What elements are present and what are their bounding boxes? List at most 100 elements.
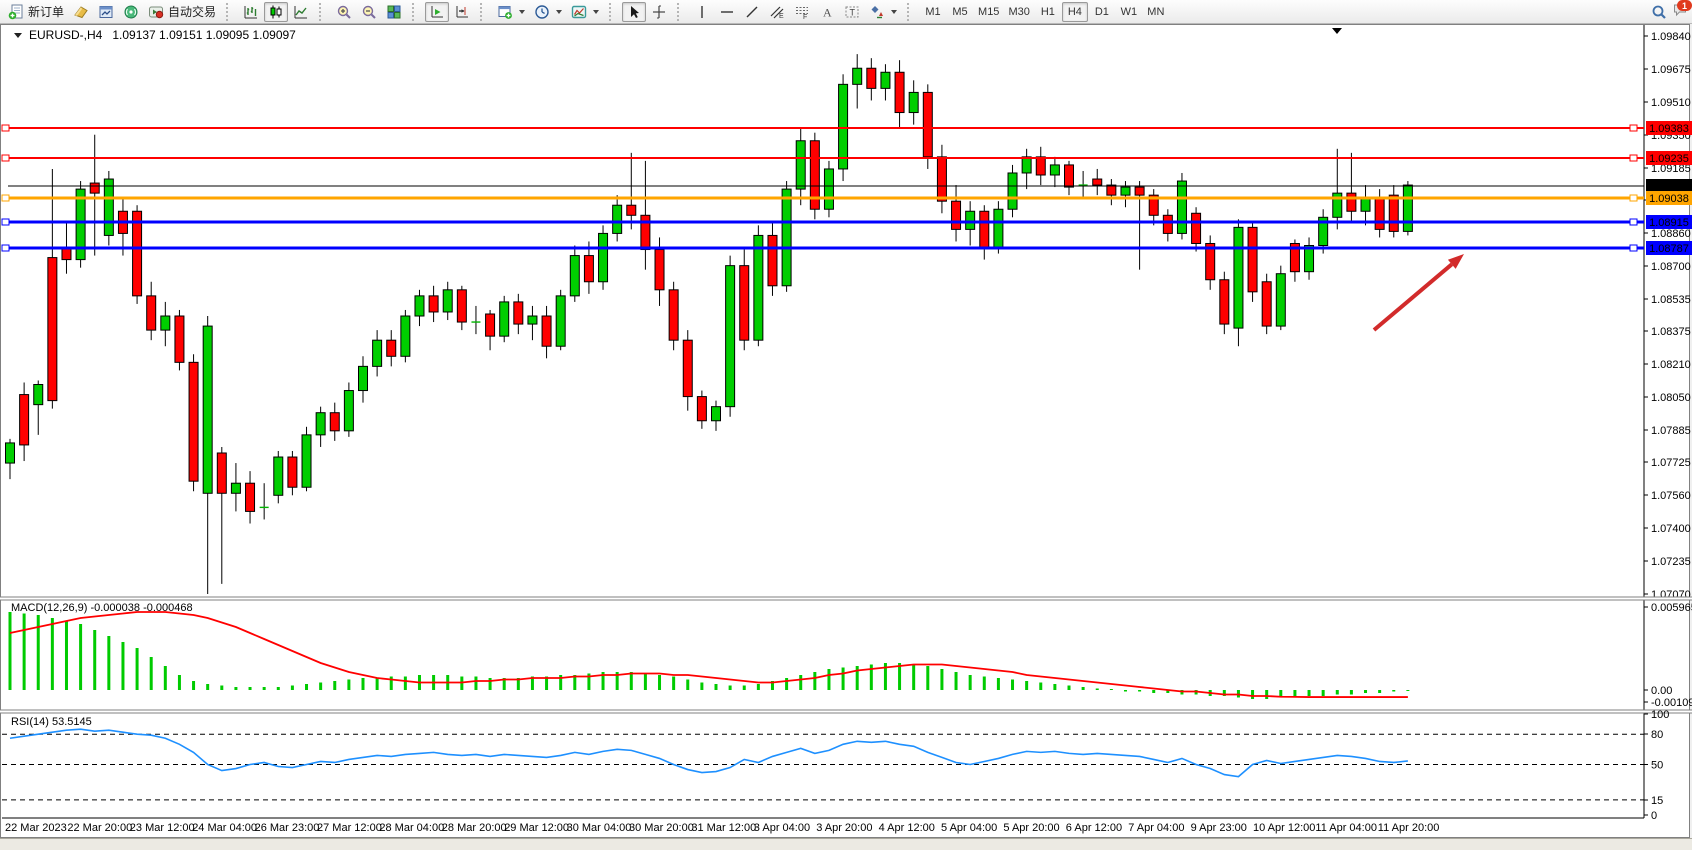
candle: [359, 366, 368, 390]
timeframe-m5-button[interactable]: M5: [947, 2, 973, 22]
clock-icon: [534, 4, 550, 20]
y-tick-label: 1.07725: [1651, 457, 1691, 469]
indicators-dropdown[interactable]: [567, 2, 603, 22]
y-tick-label: 1.07400: [1651, 523, 1691, 535]
candle: [203, 326, 212, 493]
candle: [952, 201, 961, 229]
timeframe-h1-button[interactable]: H1: [1035, 2, 1061, 22]
candle: [980, 211, 989, 247]
trendline-icon: [744, 4, 760, 20]
macd-bar: [1025, 681, 1028, 690]
signals-button[interactable]: [119, 2, 143, 22]
tile-windows-icon: [386, 4, 402, 20]
text-button[interactable]: A: [815, 2, 839, 22]
candle: [104, 179, 113, 235]
candle: [415, 296, 424, 316]
candle: [923, 92, 932, 156]
candle: [1163, 215, 1172, 233]
auto-scroll-button[interactable]: [425, 2, 449, 22]
new-chart-icon: [497, 4, 513, 20]
auto-scroll-icon: [429, 4, 445, 20]
candle: [6, 443, 15, 463]
candle: [796, 141, 805, 189]
candle: [740, 266, 749, 341]
x-axis-label: 30 Mar 04:00: [567, 822, 632, 834]
candle: [486, 314, 495, 336]
timeframe-mn-button[interactable]: MN: [1143, 2, 1169, 22]
macd-bar: [263, 687, 266, 690]
x-axis-label: 22 Mar 2023: [5, 822, 67, 834]
macd-axis-label: 0.00: [1651, 685, 1672, 697]
macd-bar: [489, 678, 492, 690]
macd-bar: [700, 683, 703, 691]
candle: [556, 296, 565, 346]
timeframe-d1-button[interactable]: D1: [1089, 2, 1115, 22]
macd-bar: [65, 621, 68, 690]
zoom-in-button[interactable]: [332, 2, 356, 22]
symbol-dropdown-icon[interactable]: [14, 33, 22, 38]
zoom-out-button[interactable]: [357, 2, 381, 22]
chart-symbol-period: EURUSD-,H4: [29, 28, 102, 42]
horizontal-line-button[interactable]: [715, 2, 739, 22]
macd-bar: [715, 684, 718, 690]
price-chart-canvas[interactable]: 1.098401.096751.095101.093501.091851.090…: [0, 0, 1692, 849]
x-axis-label: 5 Apr 20:00: [1003, 822, 1059, 834]
bar-chart-button[interactable]: [239, 2, 263, 22]
macd-bar: [305, 684, 308, 690]
periods-dropdown[interactable]: [530, 2, 566, 22]
line-chart-button[interactable]: [289, 2, 313, 22]
candle: [655, 250, 664, 290]
arrows-dropdown[interactable]: [865, 2, 901, 22]
macd-bar: [799, 675, 802, 690]
macd-bar: [178, 675, 181, 690]
candle: [1403, 185, 1412, 231]
macd-bar: [150, 657, 153, 690]
candle: [175, 316, 184, 362]
macd-bar: [813, 672, 816, 690]
macd-bar: [912, 665, 915, 691]
chart-shift-button[interactable]: [450, 2, 474, 22]
timeframe-m1-button[interactable]: M1: [920, 2, 946, 22]
line-handle: [2, 155, 9, 161]
timeframe-h4-button[interactable]: H4: [1062, 2, 1088, 22]
market-watch-button[interactable]: [69, 2, 93, 22]
candle: [457, 290, 466, 322]
notifications-button[interactable]: 1: [1672, 1, 1688, 22]
crosshair-button[interactable]: [647, 2, 671, 22]
x-axis-label: 31 Mar 12:00: [691, 822, 756, 834]
search-button[interactable]: [1647, 2, 1671, 22]
data-window-button[interactable]: [94, 2, 118, 22]
cursor-button[interactable]: [622, 2, 646, 22]
candle: [1234, 227, 1243, 328]
macd-bar: [51, 618, 54, 690]
equidistant-channel-button[interactable]: E: [765, 2, 789, 22]
macd-bar: [1322, 690, 1325, 696]
market-watch-icon: [73, 4, 89, 20]
vertical-line-button[interactable]: [690, 2, 714, 22]
candle: [1121, 187, 1130, 195]
trendline-button[interactable]: [740, 2, 764, 22]
toolbar-separator: [677, 3, 685, 21]
macd-bar: [362, 678, 365, 690]
timeframe-m30-button[interactable]: M30: [1004, 2, 1033, 22]
timeframe-m15-button[interactable]: M15: [974, 2, 1003, 22]
candle: [599, 233, 608, 281]
new-order-button[interactable]: 新订单: [4, 2, 68, 22]
text-label-button[interactable]: T: [840, 2, 864, 22]
macd-bar: [220, 686, 223, 691]
fibonacci-button[interactable]: F: [790, 2, 814, 22]
new-chart-dropdown[interactable]: [493, 2, 529, 22]
candle: [443, 290, 452, 312]
candle: [1347, 193, 1356, 211]
macd-bar: [404, 677, 407, 691]
macd-bar: [333, 681, 336, 690]
macd-bar: [1039, 683, 1042, 691]
macd-bar: [757, 684, 760, 690]
tile-windows-button[interactable]: [382, 2, 406, 22]
macd-bar: [743, 686, 746, 691]
candlestick-chart-button[interactable]: [264, 2, 288, 22]
auto-trading-button[interactable]: 自动交易: [144, 2, 220, 22]
line-chart-icon: [293, 4, 309, 20]
candle: [839, 84, 848, 169]
timeframe-w1-button[interactable]: W1: [1116, 2, 1142, 22]
